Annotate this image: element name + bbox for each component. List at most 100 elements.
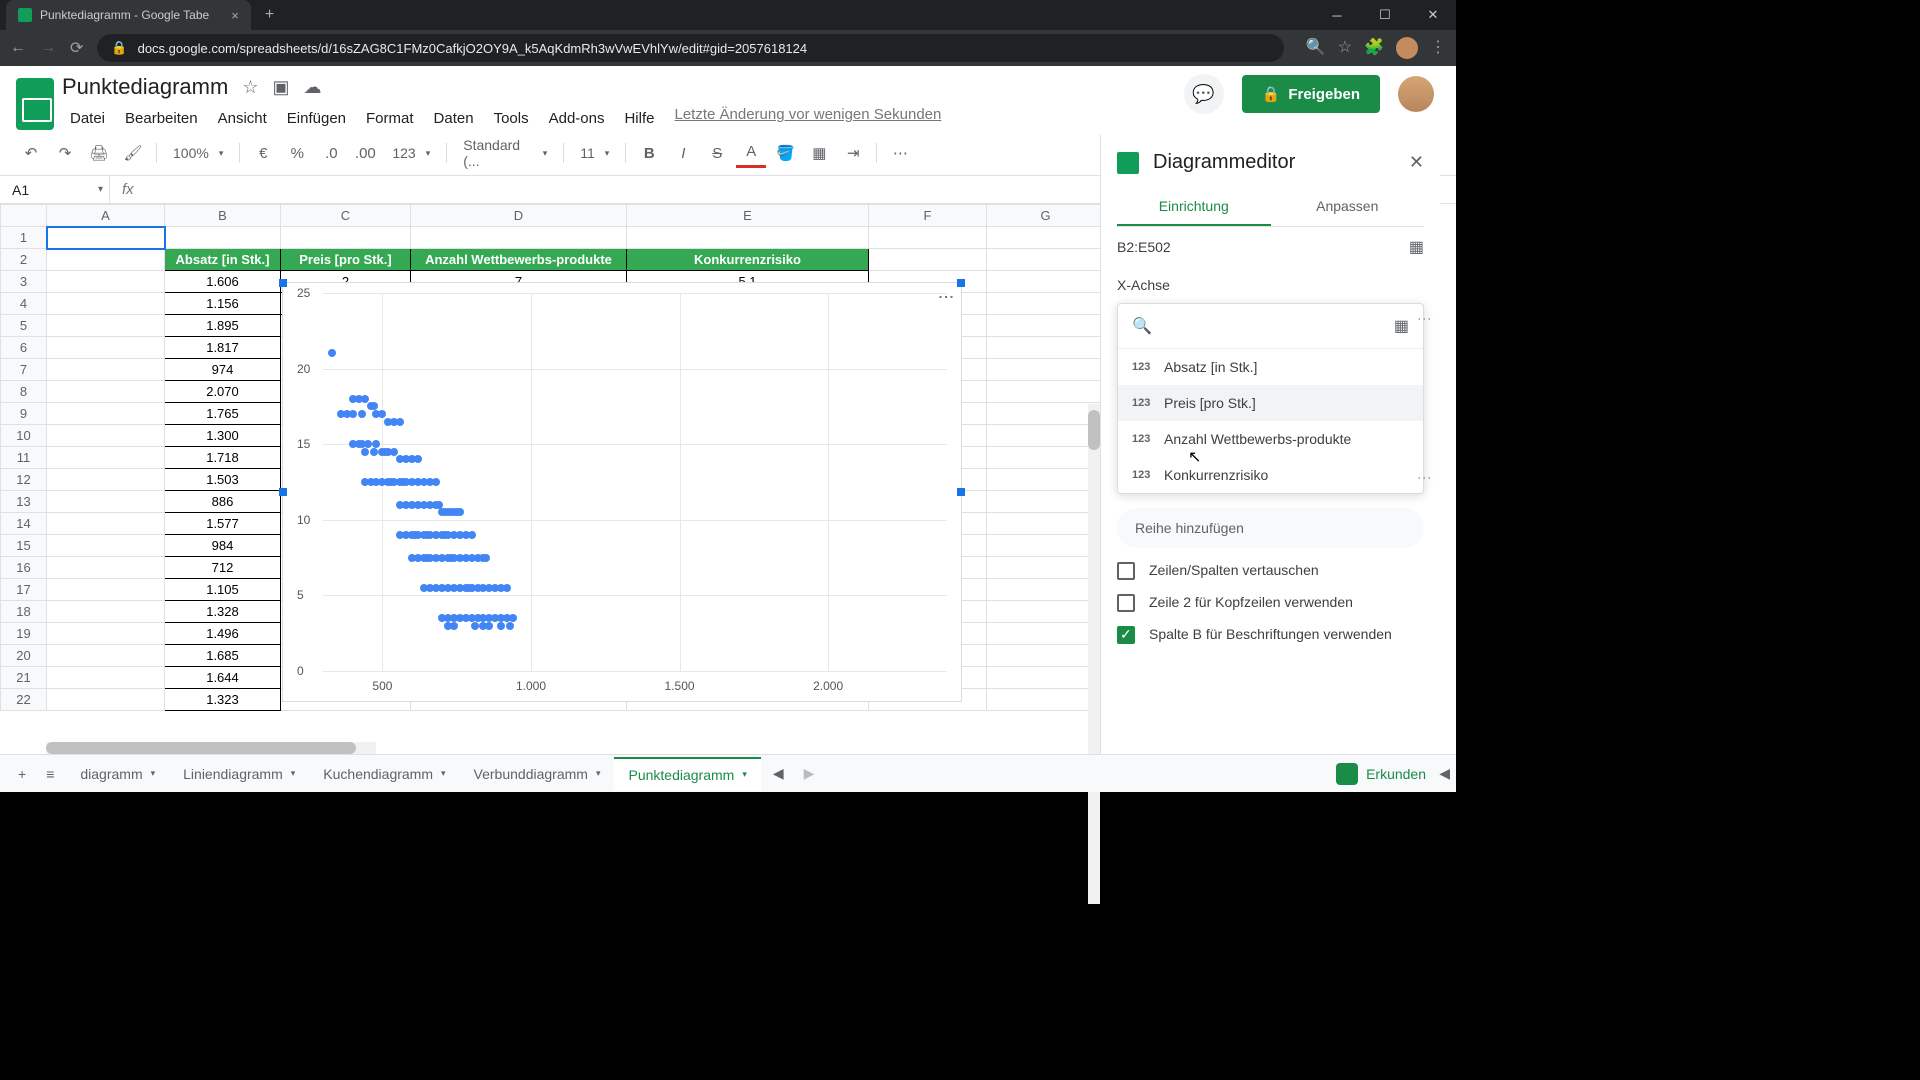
menu-tools[interactable]: Tools (486, 106, 537, 131)
cell[interactable] (987, 315, 1105, 337)
close-tab-icon[interactable]: × (231, 8, 239, 23)
cell[interactable]: 1.644 (165, 667, 281, 689)
bookmark-icon[interactable]: ☆ (1338, 37, 1352, 59)
address-bar[interactable]: 🔒 docs.google.com/spreadsheets/d/16sZAG8… (97, 34, 1283, 62)
undo-button[interactable]: ↶ (16, 138, 46, 168)
menu-add-ons[interactable]: Add-ons (541, 106, 613, 131)
sheets-logo[interactable] (16, 78, 54, 130)
col-header[interactable]: A (47, 205, 165, 227)
grid-select-icon[interactable]: ▦ (1394, 316, 1409, 336)
cell[interactable] (987, 403, 1105, 425)
menu-einfügen[interactable]: Einfügen (279, 106, 354, 131)
cell[interactable]: Absatz [in Stk.] (165, 249, 281, 271)
cell[interactable]: 1.328 (165, 601, 281, 623)
cell[interactable]: 1.765 (165, 403, 281, 425)
profile-avatar-small[interactable] (1396, 37, 1418, 59)
cell[interactable] (987, 359, 1105, 381)
cell[interactable]: 1.606 (165, 271, 281, 293)
doc-title[interactable]: Punktediagramm (62, 74, 228, 100)
cell[interactable] (47, 337, 165, 359)
all-sheets-button[interactable]: ≡ (38, 766, 62, 782)
scroll-tabs-left[interactable]: ◀ (765, 765, 792, 782)
cell[interactable] (627, 227, 869, 249)
cell[interactable] (987, 689, 1105, 711)
cell[interactable] (47, 447, 165, 469)
horizontal-scrollbar[interactable] (46, 742, 376, 754)
collapse-sidepanel-icon[interactable]: ◀ (1433, 759, 1456, 788)
menu-ansicht[interactable]: Ansicht (210, 106, 275, 131)
row-header[interactable]: 13 (1, 491, 47, 513)
cell[interactable] (47, 667, 165, 689)
cell[interactable]: 1.577 (165, 513, 281, 535)
cell[interactable] (47, 315, 165, 337)
cell[interactable] (47, 249, 165, 271)
back-button[interactable]: ← (10, 39, 26, 57)
use-row2-headers-checkbox[interactable] (1117, 594, 1135, 612)
row-header[interactable]: 3 (1, 271, 47, 293)
font-size-select[interactable]: 11 (572, 145, 617, 161)
menu-daten[interactable]: Daten (426, 106, 482, 131)
tab-setup[interactable]: Einrichtung (1117, 188, 1271, 226)
more-icon[interactable]: ⋮ (1417, 312, 1433, 326)
cloud-status-icon[interactable]: ☁ (303, 77, 321, 98)
borders-button[interactable]: ▦ (804, 138, 834, 168)
cell[interactable] (987, 623, 1105, 645)
zoom-icon[interactable]: 🔍 (1306, 37, 1326, 59)
sheet-tab[interactable]: Kuchendiagramm▾ (309, 757, 459, 791)
cell[interactable] (47, 645, 165, 667)
cell[interactable] (987, 469, 1105, 491)
row-header[interactable]: 15 (1, 535, 47, 557)
row-header[interactable]: 21 (1, 667, 47, 689)
field-option[interactable]: 123Absatz [in Stk.] (1118, 349, 1423, 385)
explore-button[interactable]: Erkunden (1336, 763, 1446, 785)
percent-button[interactable]: % (282, 138, 312, 168)
tab-customize[interactable]: Anpassen (1271, 188, 1425, 226)
cell[interactable]: 1.323 (165, 689, 281, 711)
field-option[interactable]: 123Preis [pro Stk.] (1118, 385, 1423, 421)
forward-button[interactable]: → (40, 39, 56, 57)
field-option[interactable]: 123Konkurrenzrisiko (1118, 457, 1423, 493)
select-range-icon[interactable]: ▦ (1409, 237, 1424, 257)
cell[interactable] (47, 381, 165, 403)
cell[interactable]: Preis [pro Stk.] (281, 249, 411, 271)
row-header[interactable]: 20 (1, 645, 47, 667)
browser-menu-icon[interactable]: ⋮ (1430, 37, 1446, 59)
redo-button[interactable]: ↷ (50, 138, 80, 168)
cell[interactable] (281, 227, 411, 249)
browser-tab[interactable]: Punktediagramm - Google Tabe × (6, 0, 251, 30)
menu-bearbeiten[interactable]: Bearbeiten (117, 106, 206, 131)
resize-handle[interactable] (279, 279, 287, 287)
cell[interactable] (47, 579, 165, 601)
use-colb-labels-checkbox[interactable] (1117, 626, 1135, 644)
star-icon[interactable]: ☆ (242, 77, 258, 98)
cell[interactable] (987, 535, 1105, 557)
cell[interactable] (47, 689, 165, 711)
account-avatar[interactable] (1398, 76, 1434, 112)
maximize-button[interactable]: ☐ (1362, 0, 1408, 30)
cell[interactable]: 2.070 (165, 381, 281, 403)
cell[interactable]: 1.300 (165, 425, 281, 447)
cell[interactable]: 1.895 (165, 315, 281, 337)
fill-color-button[interactable]: 🪣 (770, 138, 800, 168)
cell[interactable]: 1.156 (165, 293, 281, 315)
bold-button[interactable]: B (634, 138, 664, 168)
close-panel-button[interactable]: ✕ (1409, 152, 1424, 173)
cell[interactable] (987, 513, 1105, 535)
row-header[interactable]: 4 (1, 293, 47, 315)
vertical-scrollbar[interactable] (1088, 404, 1100, 904)
cell[interactable] (47, 601, 165, 623)
row-header[interactable]: 22 (1, 689, 47, 711)
cell[interactable]: 712 (165, 557, 281, 579)
paint-format-button[interactable]: 🖌 (118, 138, 148, 168)
row-header[interactable]: 18 (1, 601, 47, 623)
close-window-button[interactable]: ✕ (1410, 0, 1456, 30)
last-edit-link[interactable]: Letzte Änderung vor wenigen Sekunden (674, 106, 941, 131)
cell[interactable] (47, 403, 165, 425)
cell[interactable] (47, 227, 165, 249)
text-color-button[interactable]: A (736, 138, 766, 168)
menu-hilfe[interactable]: Hilfe (616, 106, 662, 131)
row-header[interactable]: 7 (1, 359, 47, 381)
row-header[interactable]: 2 (1, 249, 47, 271)
cell[interactable]: 886 (165, 491, 281, 513)
cell[interactable] (47, 623, 165, 645)
